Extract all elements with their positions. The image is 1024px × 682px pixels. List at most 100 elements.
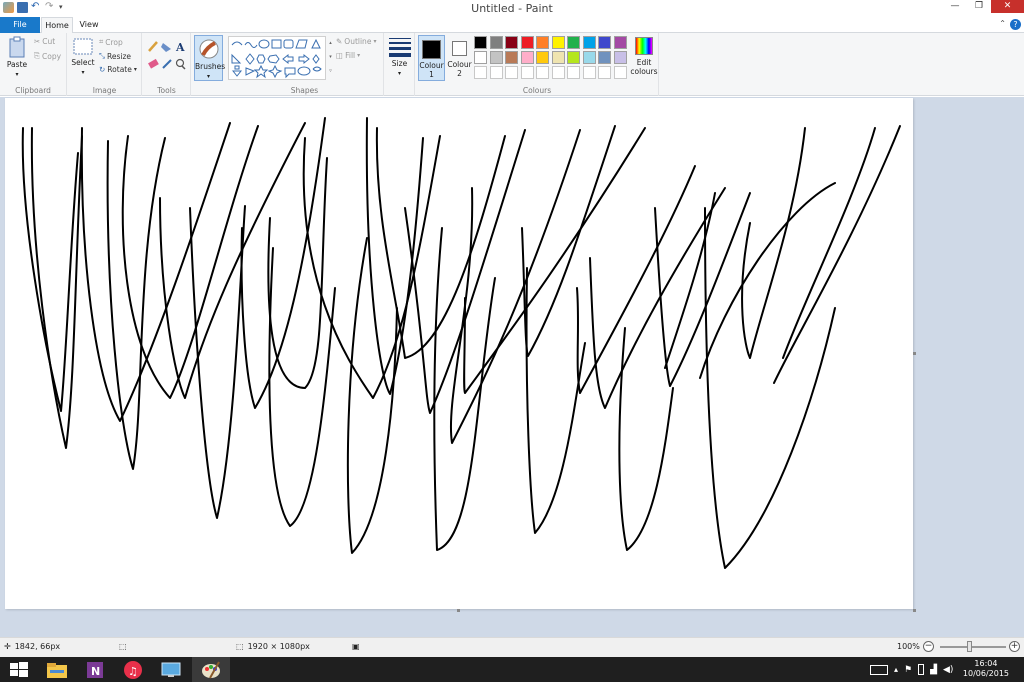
clock[interactable]: 16:04 10/06/2015 — [963, 659, 1009, 679]
edit-colours-button[interactable]: Edit colours — [630, 36, 658, 76]
image-size: ⬚ 1920 × 1080px — [236, 642, 310, 651]
restore-icon[interactable]: ❐ — [967, 0, 991, 13]
brushes-button[interactable]: Brushes ▾ — [194, 35, 225, 81]
brush-icon — [199, 39, 218, 59]
paste-button[interactable]: Paste ▾ — [4, 36, 30, 78]
outline-button[interactable]: ✎ Outline ▾ — [336, 37, 376, 46]
tab-file[interactable]: File — [0, 17, 40, 33]
palette-swatch[interactable] — [582, 51, 596, 64]
resize-handle-right[interactable] — [913, 352, 916, 355]
palette-swatch[interactable] — [536, 51, 549, 64]
resize-handle-corner[interactable] — [913, 609, 916, 612]
palette-swatch[interactable] — [520, 51, 534, 64]
close-icon[interactable]: ✕ — [991, 0, 1024, 13]
tab-view[interactable]: View — [75, 17, 103, 33]
tab-home[interactable]: Home — [41, 17, 73, 33]
colour2-button[interactable]: Colour 2 — [447, 36, 472, 78]
shapes-scroll[interactable]: ▴ ▾ ▿ — [327, 36, 334, 80]
palette-swatch[interactable] — [613, 51, 627, 64]
palette-custom-slot[interactable] — [598, 66, 611, 79]
palette-swatch[interactable] — [598, 51, 611, 64]
palette-custom-slot[interactable] — [474, 66, 487, 79]
ribbon: Paste ▾ ✂ Cut ⎘ Copy Clipboard Select ▾ ⌗ Cro… — [0, 33, 1024, 96]
palette-swatch[interactable] — [536, 36, 549, 49]
file-size: ▣ — [352, 642, 360, 651]
drawing-canvas[interactable] — [5, 98, 913, 609]
fill-button[interactable]: ◫ Fill ▾ — [336, 51, 360, 60]
palette-swatch[interactable] — [520, 36, 534, 49]
keyboard-icon[interactable] — [870, 664, 888, 675]
resize-handle-bottom[interactable] — [457, 609, 460, 612]
shapes-group: ▴ ▾ ▿ ✎ Outline ▾ ◫ Fill ▾ Shapes — [226, 33, 384, 96]
itunes-icon[interactable]: ♫ — [114, 657, 152, 682]
windows-start-icon[interactable] — [0, 657, 38, 682]
palette-swatch[interactable] — [505, 51, 518, 64]
palette-custom-slot[interactable] — [520, 66, 534, 79]
clipboard-label: Clipboard — [15, 86, 51, 95]
palette-swatch[interactable] — [489, 51, 503, 64]
shapes-gallery[interactable] — [228, 36, 326, 80]
action-center-flag-icon[interactable]: ⚑ — [904, 665, 912, 675]
cut-button[interactable]: ✂ Cut — [34, 37, 55, 46]
zoom-in-button[interactable]: + — [1009, 641, 1020, 652]
remote-desktop-icon[interactable] — [152, 657, 190, 682]
palette-custom-slot[interactable] — [536, 66, 549, 79]
palette-swatch[interactable] — [489, 36, 503, 49]
palette-swatch[interactable] — [474, 51, 487, 64]
image-label: Image — [92, 86, 117, 95]
palette-swatch[interactable] — [582, 36, 596, 49]
select-button[interactable]: Select ▾ — [70, 38, 96, 76]
palette-swatch[interactable] — [551, 51, 565, 64]
onenote-icon[interactable]: N — [76, 657, 114, 682]
clock-date: 10/06/2015 — [962, 669, 1009, 678]
fill-icon[interactable] — [161, 43, 171, 52]
palette-swatch[interactable] — [567, 36, 580, 49]
palette-custom-slot[interactable] — [567, 66, 580, 79]
crop-button[interactable]: ⌗ Crop — [99, 37, 123, 47]
paint-icon[interactable] — [192, 657, 230, 682]
palette-swatch[interactable] — [567, 51, 580, 64]
magnifier-icon[interactable] — [175, 58, 186, 70]
show-hidden-icons-icon[interactable]: ▴ — [894, 665, 898, 674]
palette-swatch[interactable] — [474, 36, 487, 49]
zoom-slider-thumb[interactable] — [967, 641, 972, 652]
colour2-swatch — [452, 41, 467, 56]
scissors-icon: ✂ — [34, 37, 41, 46]
palette-custom-slot[interactable] — [505, 66, 518, 79]
zoom-slider[interactable] — [940, 646, 1006, 648]
color-picker-icon[interactable] — [162, 59, 172, 69]
zoom-out-button[interactable]: − — [923, 641, 934, 652]
network-signal-icon[interactable]: ▟ — [930, 665, 937, 675]
file-explorer-icon[interactable] — [38, 657, 76, 682]
select-icon — [73, 38, 93, 55]
size-group: Size ▾ — [385, 33, 415, 96]
help-icon[interactable]: ? — [1010, 19, 1021, 30]
resize-button[interactable]: ⤡ Resize — [99, 51, 131, 61]
svg-text:♫: ♫ — [128, 665, 138, 678]
palette-swatch[interactable] — [613, 36, 627, 49]
palette-swatch[interactable] — [505, 36, 518, 49]
text-icon[interactable]: A — [175, 41, 185, 54]
rotate-button[interactable]: ↻ Rotate ▾ — [99, 65, 137, 74]
shapes-label: Shapes — [290, 86, 319, 95]
workspace — [0, 97, 1024, 637]
pencil-icon[interactable] — [148, 41, 158, 52]
system-tray: ▴ ⚑ ▟ ◀) — [870, 657, 953, 682]
battery-icon[interactable] — [918, 664, 925, 675]
palette-custom-slot[interactable] — [551, 66, 565, 79]
palette-swatch[interactable] — [598, 36, 611, 49]
eraser-icon[interactable] — [148, 58, 159, 69]
copy-button[interactable]: ⎘ Copy — [34, 51, 61, 61]
collapse-ribbon-icon[interactable]: ⌃ — [999, 19, 1006, 28]
selection-icon: ⬚ — [119, 642, 127, 651]
palette-swatch[interactable] — [551, 36, 565, 49]
crosshair-icon: ✛ — [4, 642, 11, 651]
palette-custom-slot[interactable] — [613, 66, 627, 79]
size-button[interactable]: Size ▾ — [386, 37, 413, 77]
colour1-button[interactable]: Colour 1 — [418, 35, 445, 81]
volume-icon[interactable]: ◀) — [943, 665, 953, 675]
palette-custom-slot[interactable] — [582, 66, 596, 79]
palette-custom-slot[interactable] — [489, 66, 503, 79]
minimize-icon[interactable]: — — [943, 0, 967, 13]
cursor-position: ✛ 1842, 66px — [4, 642, 61, 651]
